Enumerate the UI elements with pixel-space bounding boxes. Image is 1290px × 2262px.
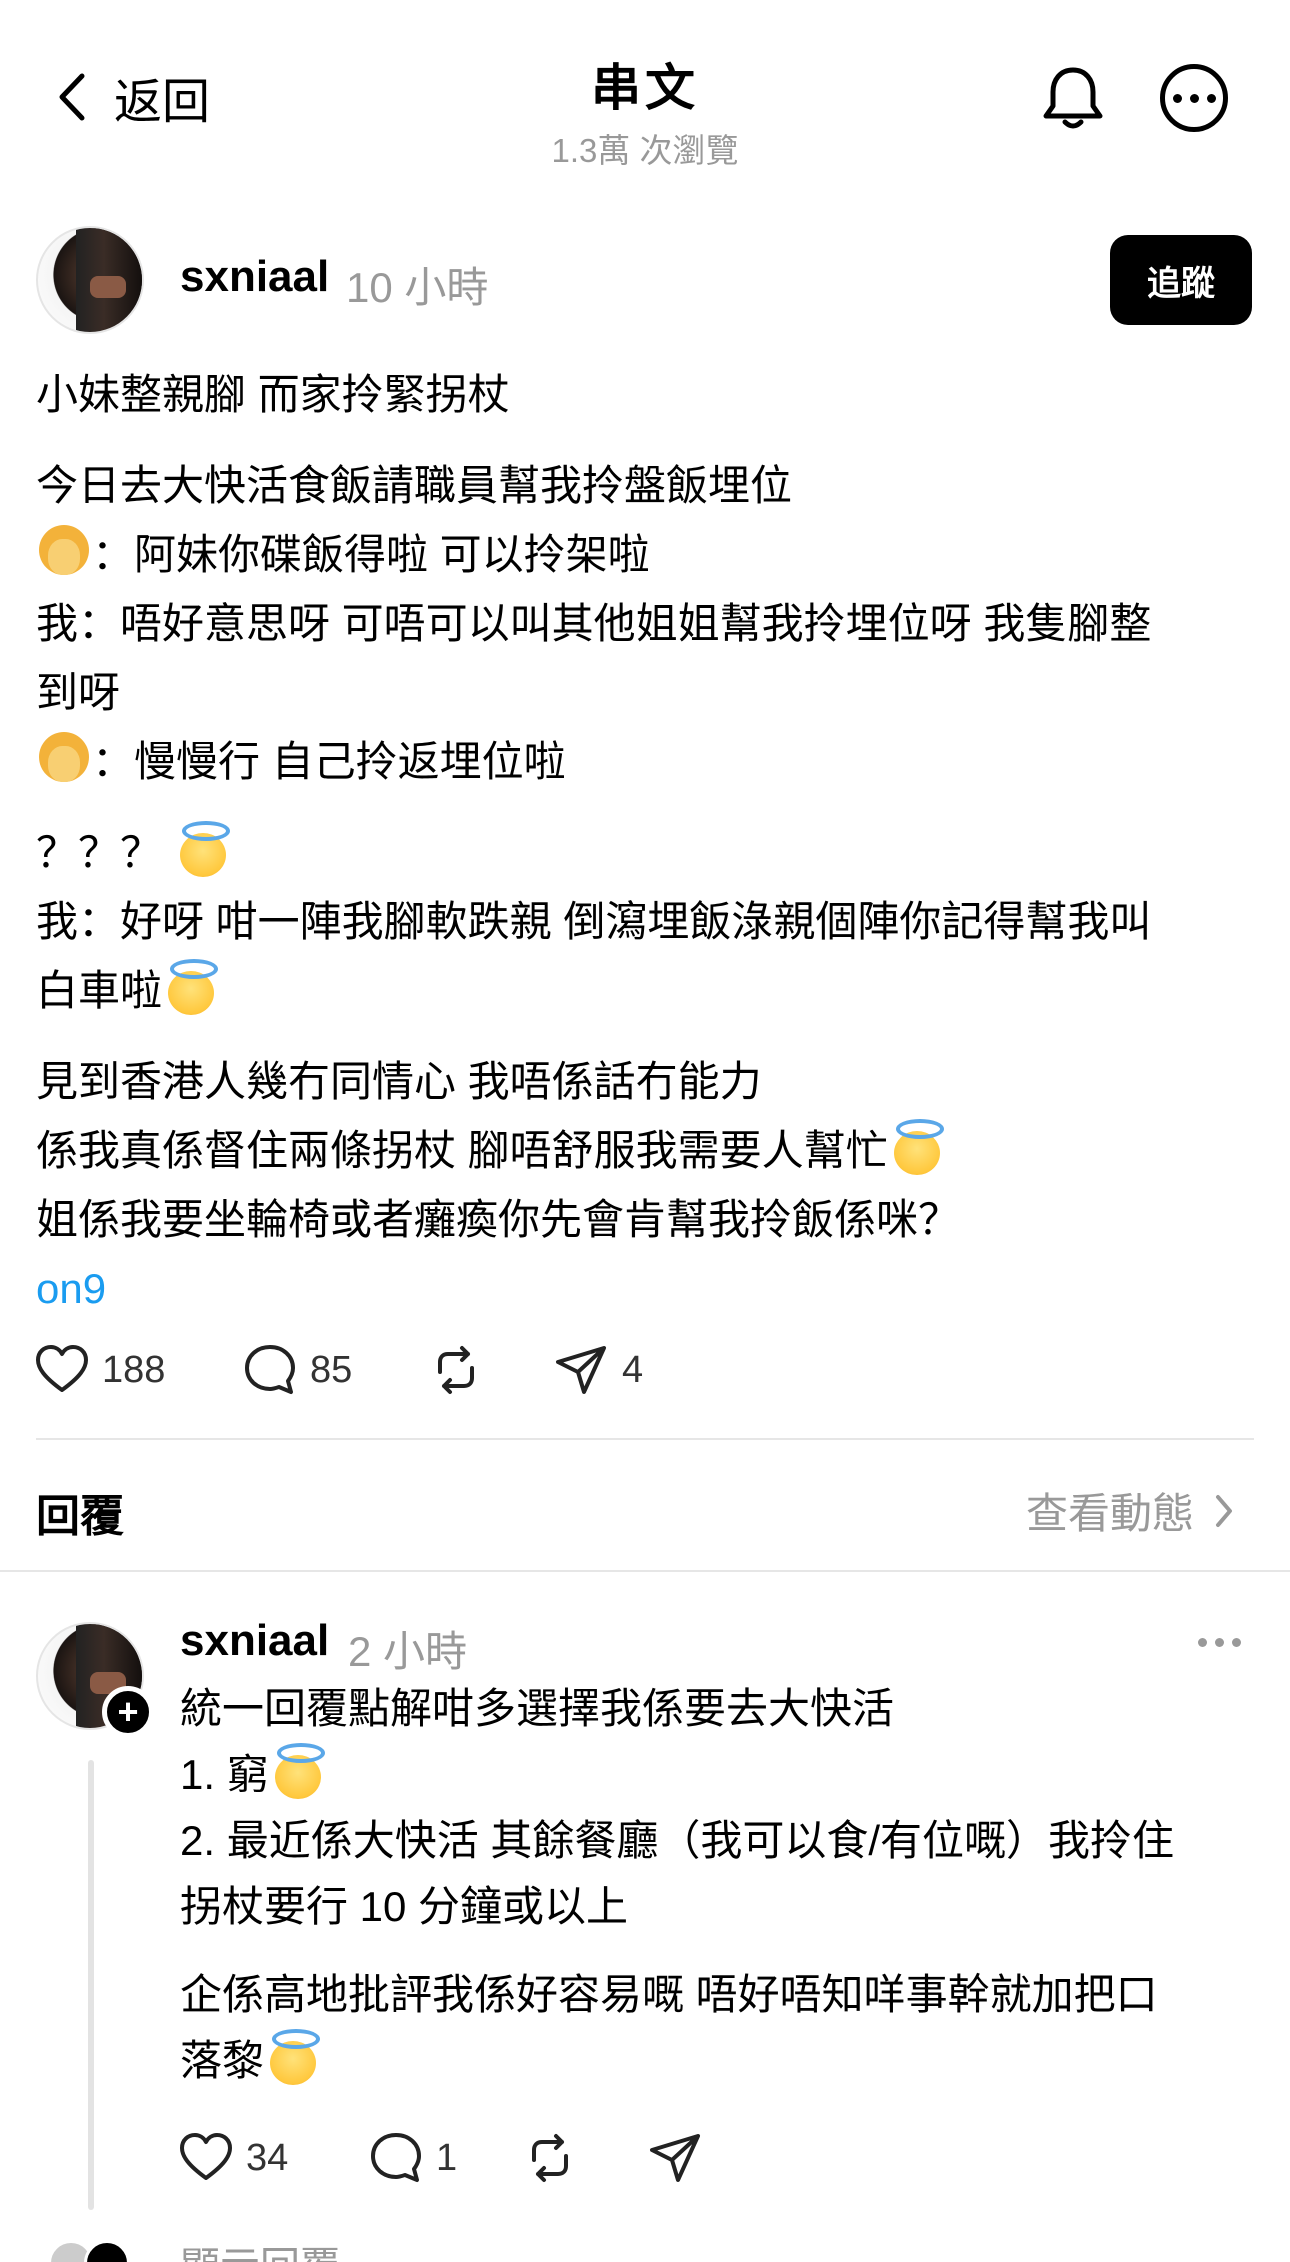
- repost-icon: [438, 1346, 474, 1394]
- post-line-text: 係我真係督住兩條拐杖 腳唔舒服我需要人幫忙: [36, 1127, 888, 1174]
- post-line: 見到香港人幾冇同情心 我唔係話冇能力: [36, 1058, 762, 1105]
- view-activity-label: 查看動態: [1025, 1490, 1194, 1537]
- dot-icon: [1232, 1638, 1241, 1647]
- reply-like-button[interactable]: 34: [178, 2130, 368, 2186]
- angel-emoji-icon: [162, 959, 219, 1015]
- reply-line-text: 落黎: [180, 2037, 265, 2084]
- angel-emoji-icon: [174, 821, 230, 877]
- reply-line: 2. 最近係大快活 其餘餐廳（我可以食/有位嘅）我拎住: [180, 1817, 1175, 1864]
- reply-username[interactable]: sxniaal: [180, 1616, 329, 1666]
- heart-icon: [180, 2133, 232, 2180]
- dot-icon: [1215, 1638, 1224, 1647]
- post-line: 今日去大快活食飯請職員幫我拎盤飯埋位: [36, 462, 793, 509]
- like-button[interactable]: 188: [34, 1342, 242, 1398]
- reply-actions: 34 1: [178, 2130, 704, 2186]
- chevron-right-icon: [1216, 1494, 1232, 1527]
- send-icon: [556, 1346, 606, 1394]
- follow-button[interactable]: 追蹤: [1110, 235, 1252, 325]
- post-line: 白車啦: [36, 956, 1256, 1025]
- post-line-text: 白車啦: [36, 967, 163, 1014]
- view-activity-link[interactable]: 查看動態: [1026, 1480, 1238, 1541]
- thread-line: [88, 1760, 94, 2210]
- angel-emoji-icon: [269, 1743, 325, 1799]
- comment-icon: [245, 1345, 295, 1394]
- reply-line: 落黎: [180, 2028, 1260, 2094]
- dot-icon: [1189, 93, 1199, 103]
- reply-line: 統一回覆點解咁多選擇我係要去大快活: [180, 1685, 895, 1732]
- dot-icon: [1198, 1638, 1207, 1647]
- share-button[interactable]: 4: [554, 1342, 643, 1398]
- reply-comment-button[interactable]: 1: [368, 2130, 522, 2186]
- post-line: ：慢慢行 自己拎返埋位啦: [36, 727, 1256, 796]
- more-options-button[interactable]: [1160, 64, 1228, 132]
- show-replies-link[interactable]: 顯示回覆: [180, 2234, 340, 2262]
- reply-repost-button[interactable]: [522, 2130, 648, 2186]
- like-count: 188: [102, 1348, 166, 1391]
- send-icon: [650, 2134, 700, 2182]
- dot-icon: [1172, 93, 1182, 103]
- post-line: 我：唔好意思呀 可唔可以叫其他姐姐幫我拎埋位呀 我隻腳整: [36, 600, 1152, 647]
- post-line-text: ：慢慢行 自己拎返埋位啦: [92, 738, 566, 785]
- replies-heading: 回覆: [36, 1492, 124, 1541]
- share-count: 4: [622, 1348, 644, 1391]
- post-line: 到呀: [36, 669, 121, 716]
- section-divider: [0, 1570, 1290, 1572]
- comment-button[interactable]: 85: [242, 1342, 428, 1398]
- avatar[interactable]: [36, 226, 144, 334]
- post-actions: 188 85 4: [34, 1342, 643, 1398]
- post-line: 小妹整親腳 而家拎緊拐杖: [36, 371, 510, 418]
- reply-like-count: 34: [246, 2136, 289, 2179]
- reply-body: 統一回覆點解咁多選擇我係要去大快活 1. 窮 2. 最近係大快活 其餘餐廳（我可…: [180, 1676, 1260, 2094]
- reply-share-button[interactable]: [648, 2130, 704, 2186]
- mini-avatar: [84, 2240, 130, 2262]
- post-body: 小妹整親腳 而家拎緊拐杖 今日去大快活食飯請職員幫我拎盤飯埋位 ：阿妹你碟飯得啦…: [36, 360, 1256, 1345]
- follow-plus-button[interactable]: +: [102, 1686, 154, 1738]
- post-line: ：阿妹你碟飯得啦 可以拎架啦: [36, 520, 1256, 589]
- repost-button[interactable]: [428, 1342, 554, 1398]
- comment-count: 85: [310, 1348, 353, 1391]
- divider: [36, 1438, 1254, 1440]
- post-line: 係我真係督住兩條拐杖 腳唔舒服我需要人幫忙: [36, 1116, 1256, 1185]
- post-line-text: ：阿妹你碟飯得啦 可以拎架啦: [92, 531, 650, 578]
- bell-icon[interactable]: [1040, 62, 1106, 134]
- reply-comment-count: 1: [436, 2136, 458, 2179]
- hashtag-link[interactable]: on9: [36, 1254, 1256, 1323]
- woman-emoji-icon: [36, 730, 92, 786]
- post-time: 10 小時: [346, 264, 489, 311]
- dot-icon: [1206, 93, 1216, 103]
- post-line-text: ？？？: [36, 829, 174, 876]
- post-line: 姐係我要坐輪椅或者癱瘓你先會肯幫我拎飯係咪？: [36, 1196, 961, 1243]
- reply-more-button[interactable]: [1198, 1638, 1241, 1647]
- reply-line-text: 1. 窮: [180, 1751, 269, 1798]
- angel-emoji-icon: [264, 2029, 321, 2085]
- heart-icon: [36, 1345, 88, 1392]
- angel-emoji-icon: [888, 1119, 944, 1175]
- post-username[interactable]: sxniaal: [180, 252, 329, 302]
- woman-emoji-icon: [36, 523, 92, 579]
- repost-icon: [532, 2134, 568, 2182]
- top-bar: 返回 串文 1.3萬 次瀏覽: [0, 0, 1290, 170]
- reply-line: 1. 窮: [180, 1742, 1260, 1808]
- reply-line: 企係高地批評我係好容易嘅 唔好唔知咩事幹就加把口: [180, 1971, 1158, 2018]
- post-line: ？？？: [36, 818, 1256, 887]
- comment-icon: [371, 2133, 421, 2182]
- reply-time: 2 小時: [348, 1628, 468, 1675]
- reply-line: 拐杖要行 10 分鐘或以上: [180, 1883, 629, 1930]
- post-line: 我：好呀 咁一陣我腳軟跌親 倒瀉埋飯淥親個陣你記得幫我叫: [36, 898, 1152, 945]
